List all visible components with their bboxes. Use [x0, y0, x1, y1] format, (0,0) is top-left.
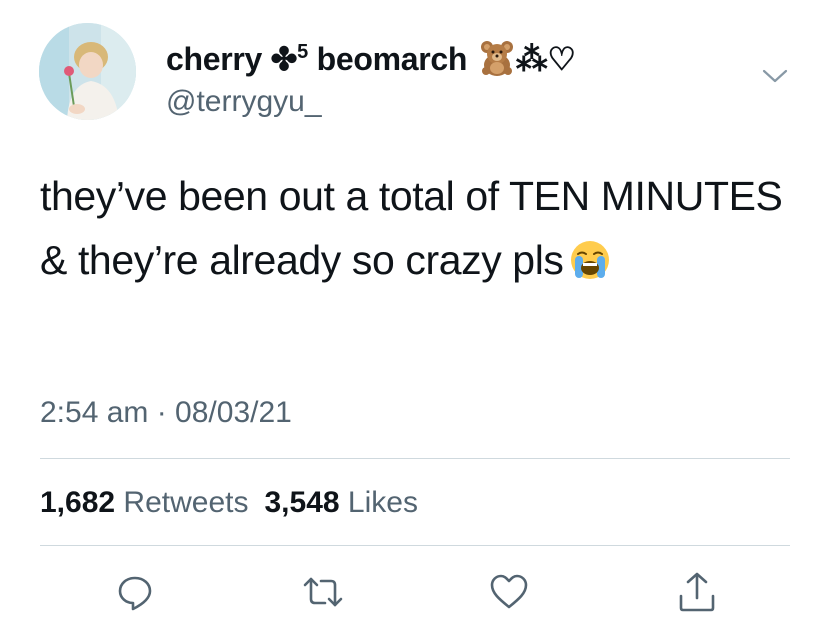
retweet-button[interactable]	[301, 570, 345, 614]
retweets-stat[interactable]: 1,682 Retweets	[40, 486, 248, 519]
tweet-timestamp[interactable]: 2:54 am · 08/03/21	[40, 395, 292, 431]
share-button[interactable]	[675, 570, 719, 614]
loudly-crying-face-icon	[568, 236, 612, 300]
display-name-superscript: 5	[297, 41, 308, 63]
retweets-label: Retweets	[123, 486, 249, 519]
retweets-count: 1,682	[40, 486, 116, 519]
tweet-stats: 1,682 Retweets 3,548 Likes	[40, 485, 418, 521]
like-button[interactable]	[487, 570, 531, 614]
tweet-body: they’ve been out a total of TEN MINUTES …	[40, 173, 783, 283]
divider	[40, 545, 790, 546]
reply-button[interactable]	[113, 570, 157, 614]
display-name[interactable]: cherry ✤5 beomarch ⁂♡	[166, 39, 576, 85]
teddy-bear-icon	[478, 40, 516, 85]
display-name-part2: beomarch	[307, 41, 476, 77]
likes-label: Likes	[347, 486, 418, 519]
display-name-part1: cherry	[166, 41, 271, 77]
avatar-image	[39, 23, 136, 120]
divider	[40, 458, 790, 459]
display-name-suffix: ⁂♡	[515, 41, 576, 77]
tweet-text: they’ve been out a total of TEN MINUTES …	[40, 164, 800, 300]
reply-icon	[118, 576, 152, 611]
user-handle[interactable]: @terrygyu_	[166, 84, 322, 120]
like-icon	[490, 574, 528, 609]
retweet-icon	[303, 577, 343, 607]
chevron-down-icon[interactable]	[762, 66, 788, 86]
likes-count: 3,548	[264, 486, 340, 519]
avatar[interactable]	[39, 23, 136, 120]
likes-stat[interactable]: 3,548 Likes	[264, 486, 417, 519]
share-icon	[679, 572, 715, 612]
display-name-symbol: ✤	[270, 41, 298, 77]
